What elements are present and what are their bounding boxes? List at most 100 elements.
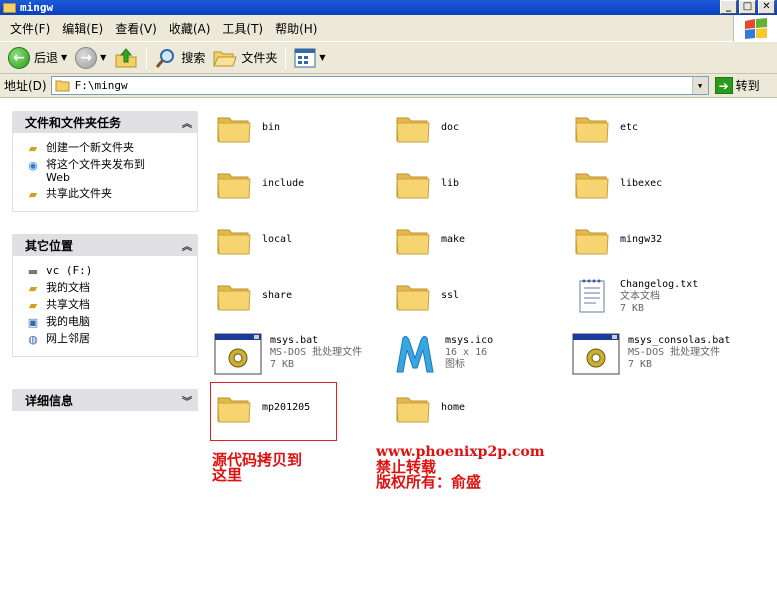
file-item[interactable]: share [214, 276, 292, 316]
computer-icon: ▣ [27, 315, 39, 329]
file-item[interactable]: lib [393, 164, 459, 204]
menu-view[interactable]: 查看(V) [109, 20, 163, 37]
back-arrow-icon: ← [8, 46, 30, 69]
file-item[interactable]: make [393, 220, 465, 260]
file-type: 16 x 16 [445, 347, 488, 358]
folders-button[interactable]: 文件夹 [209, 45, 281, 71]
task-publish-web[interactable]: ◉ 将这个文件夹发布到 Web [25, 158, 197, 184]
file-item[interactable]: include [214, 164, 304, 204]
folder-icon [213, 51, 238, 66]
batch-file-icon [214, 332, 262, 375]
windows-logo-icon [733, 15, 777, 42]
task-share-folder[interactable]: ▰ 共享此文件夹 [25, 187, 197, 201]
other-places-header[interactable]: 其它位置 ︽ [12, 234, 198, 256]
file-item[interactable]: msys.ico 16 x 16 图标 [393, 332, 493, 373]
file-item[interactable]: mingw32 [572, 220, 662, 260]
menu-favorites[interactable]: 收藏(A) [163, 20, 217, 37]
details-panel: 详细信息 ︾ [12, 389, 198, 411]
file-meta: Changelog.txt 文本文档 7 KB [620, 276, 698, 315]
file-item[interactable]: bin [214, 108, 280, 148]
file-meta: msys.ico 16 x 16 图标 [445, 332, 493, 371]
file-item[interactable]: libexec [572, 164, 662, 204]
chevron-down-icon[interactable]: ▼ [319, 53, 325, 62]
file-meta: share [262, 276, 292, 302]
folder-icon [572, 108, 612, 148]
menu-file[interactable]: 文件(F) [4, 20, 56, 37]
menu-help[interactable]: 帮助(H) [269, 20, 323, 37]
address-label: 地址(D) [4, 79, 47, 93]
task-new-folder[interactable]: ▰ 创建一个新文件夹 [25, 141, 197, 155]
task-label: 共享此文件夹 [46, 187, 112, 200]
task-label: 将这个文件夹发布到 Web [46, 158, 145, 184]
minimize-button[interactable]: _ [720, 0, 737, 14]
menu-edit[interactable]: 编辑(E) [56, 20, 109, 37]
place-label: 我的文档 [46, 281, 90, 294]
chevron-down-icon[interactable]: ▼ [61, 53, 67, 62]
title-bar: mingw _ □ ✕ [0, 0, 777, 15]
collapse-icon[interactable]: ︽ [182, 238, 192, 253]
place-label: vc (F:) [46, 264, 93, 277]
file-meta: include [262, 164, 304, 190]
search-label: 搜索 [181, 51, 206, 65]
close-button[interactable]: ✕ [758, 0, 775, 14]
file-tasks-header[interactable]: 文件和文件夹任务 ︽ [12, 111, 198, 133]
file-size: 7 KB [628, 359, 653, 370]
file-item[interactable]: msys_consolas.bat MS-DOS 批处理文件 7 KB [572, 332, 731, 375]
views-button[interactable]: ▼ [290, 45, 329, 71]
file-type: 文本文档 [620, 291, 660, 302]
chevron-down-icon[interactable]: ▼ [100, 53, 106, 62]
file-item[interactable]: msys.bat MS-DOS 批处理文件 7 KB [214, 332, 362, 375]
main-content: 文件和文件夹任务 ︽ ▰ 创建一个新文件夹 ◉ 将这个文件夹发布到 Web ▰ … [0, 98, 777, 592]
forward-button[interactable]: → ▼ [71, 45, 110, 71]
file-name: mingw32 [620, 234, 663, 245]
folders-label: 文件夹 [241, 51, 278, 65]
folder-icon [572, 220, 612, 260]
address-input[interactable]: F:\mingw ▼ [50, 76, 709, 95]
file-item[interactable]: Changelog.txt 文本文档 7 KB [572, 276, 698, 316]
file-meta: libexec [620, 164, 662, 190]
window-title: mingw [20, 1, 54, 14]
highlight-box [210, 382, 337, 441]
place-my-documents[interactable]: ▰ 我的文档 [25, 281, 197, 295]
file-item[interactable]: etc [572, 108, 638, 148]
task-pane: 文件和文件夹任务 ︽ ▰ 创建一个新文件夹 ◉ 将这个文件夹发布到 Web ▰ … [0, 98, 210, 592]
go-button[interactable]: ➔ 转到 [714, 77, 760, 94]
expand-icon[interactable]: ︾ [182, 393, 192, 408]
file-name: msys_consolas.bat [628, 335, 731, 346]
menu-bar: 文件(F) 编辑(E) 查看(V) 收藏(A) 工具(T) 帮助(H) [0, 15, 777, 42]
back-label: 后退 [34, 51, 59, 65]
collapse-icon[interactable]: ︽ [182, 115, 192, 130]
file-item[interactable]: doc [393, 108, 459, 148]
file-item[interactable]: home [393, 388, 465, 428]
file-item[interactable]: local [214, 220, 292, 260]
folder-icon [393, 388, 433, 428]
file-name: ssl [441, 290, 460, 301]
file-meta: local [262, 220, 292, 246]
address-bar: 地址(D) F:\mingw ▼ ➔ 转到 [0, 74, 777, 98]
place-drive[interactable]: ▬ vc (F:) [25, 264, 197, 278]
folder-up-icon [115, 47, 137, 67]
menu-tools[interactable]: 工具(T) [216, 20, 269, 37]
toolbar-divider [146, 46, 148, 69]
chevron-down-icon[interactable]: ▼ [691, 77, 708, 94]
back-button[interactable]: ← 后退 ▼ [4, 45, 71, 71]
file-meta: make [441, 220, 465, 246]
file-meta: etc [620, 108, 638, 134]
share-folder-icon: ▰ [28, 187, 38, 201]
place-label: 共享文档 [46, 298, 90, 311]
folder-icon [393, 276, 433, 316]
maximize-button[interactable]: □ [739, 0, 756, 14]
folder-icon [3, 2, 16, 13]
folder-icon [214, 220, 254, 260]
file-meta: doc [441, 108, 459, 134]
place-my-computer[interactable]: ▣ 我的电脑 [25, 315, 197, 329]
batch-file-icon [572, 332, 620, 375]
search-button[interactable]: 搜索 [151, 45, 209, 71]
file-name: lib [441, 178, 460, 189]
place-network[interactable]: ◍ 网上邻居 [25, 332, 197, 346]
file-size: 7 KB [270, 359, 295, 370]
up-button[interactable] [110, 45, 142, 71]
file-item[interactable]: ssl [393, 276, 459, 316]
place-shared-documents[interactable]: ▰ 共享文档 [25, 298, 197, 312]
details-header[interactable]: 详细信息 ︾ [12, 389, 198, 411]
